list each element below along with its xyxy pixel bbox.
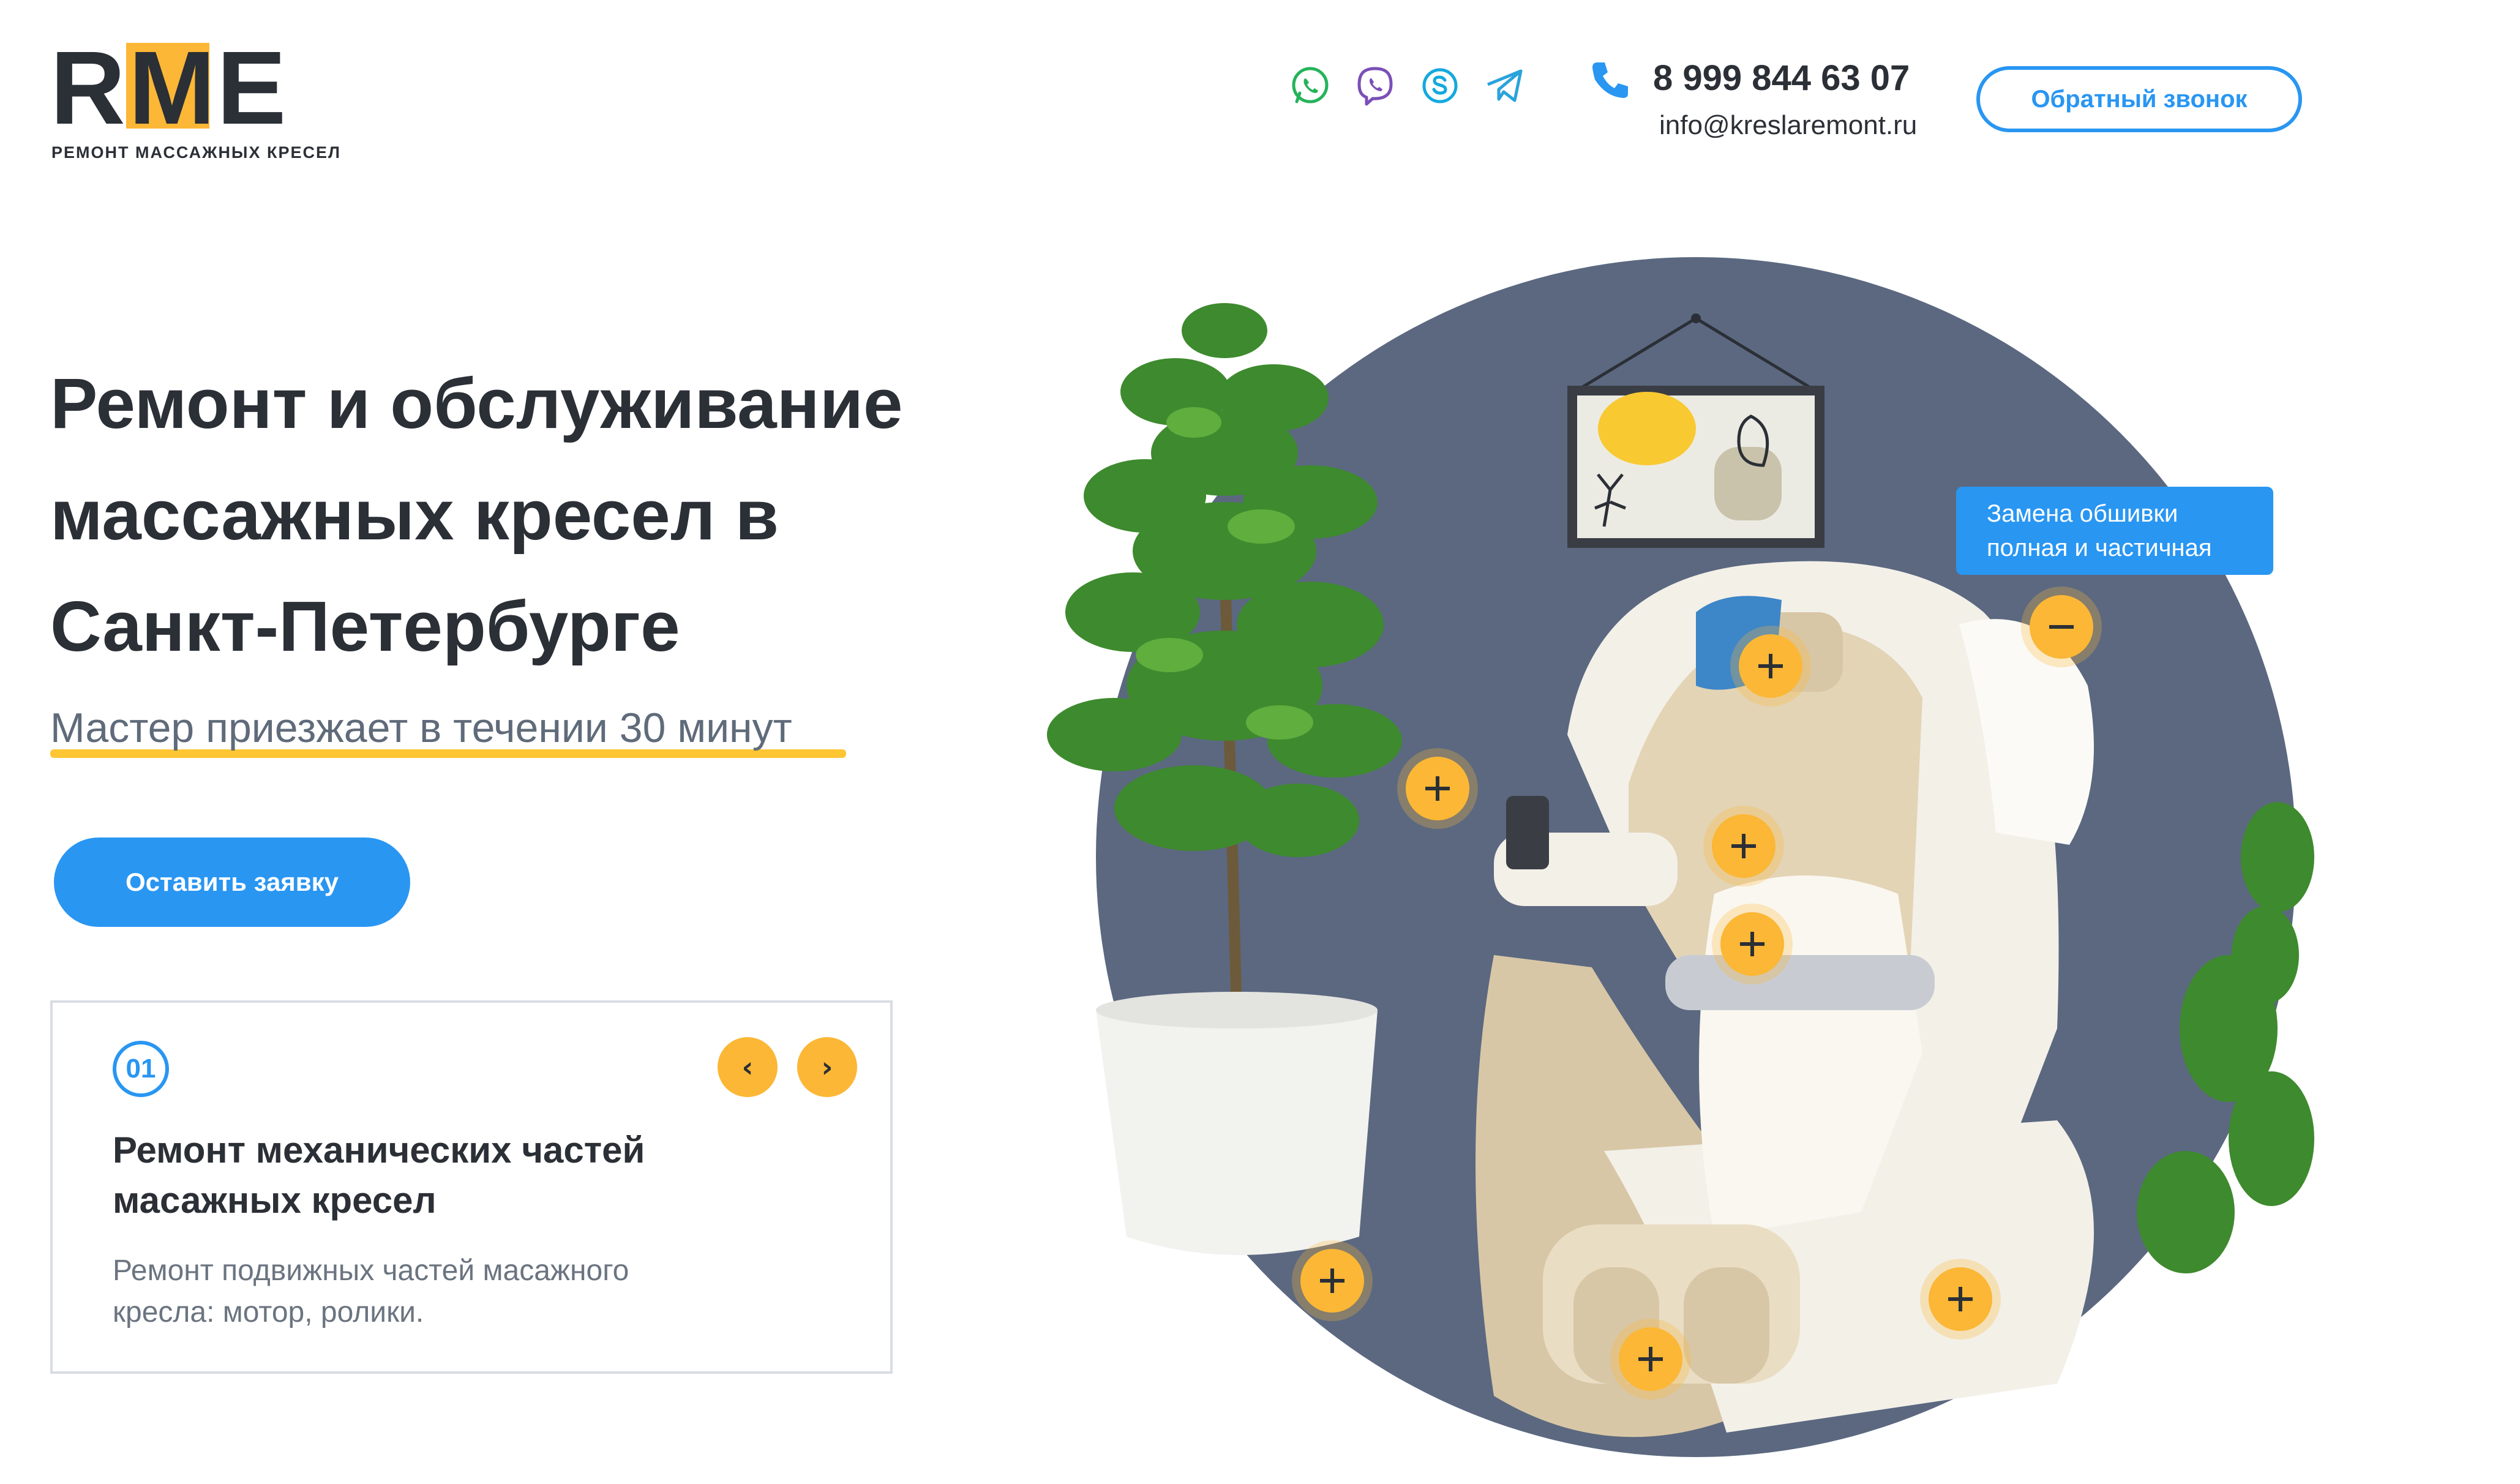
card-description: Ремонт подвижных частей масажного кресла… xyxy=(113,1250,786,1333)
hero-title: Ремонт и обслуживание массажных кресел в… xyxy=(50,348,1005,682)
plus-icon xyxy=(1425,776,1450,801)
plus-icon xyxy=(1638,1347,1663,1371)
logo-letter-r: R xyxy=(50,43,126,129)
callback-button[interactable]: Обратный звонок xyxy=(1976,66,2302,132)
card-text-line: Ремонт подвижных частей масажного xyxy=(113,1254,629,1287)
card-title-line: масажных кресел xyxy=(113,1180,437,1221)
hotspot-backrest[interactable] xyxy=(1712,814,1776,878)
plus-icon xyxy=(1731,834,1756,858)
order-request-button[interactable]: Оставить заявку xyxy=(54,838,410,927)
logo-tagline: РЕМОНТ МАССАЖНЫХ КРЕСЕЛ xyxy=(51,143,341,162)
plus-icon xyxy=(1740,932,1764,956)
minus-icon xyxy=(2049,625,2074,629)
whatsapp-icon[interactable] xyxy=(1288,64,1332,108)
hero-subtitle: Мастер приезжает в течении 30 минут xyxy=(50,705,792,751)
logo-letter-m: M xyxy=(129,43,216,129)
skype-icon[interactable] xyxy=(1418,64,1462,108)
upholstery-tooltip: Замена обшивки полная и частичная xyxy=(1956,487,2273,575)
tooltip-line: Замена обшивки xyxy=(1987,500,2178,527)
hero-title-line: Ремонт и обслуживание xyxy=(50,364,903,443)
hotspot-upholstery-active[interactable] xyxy=(2030,595,2093,659)
chevron-right-icon: › xyxy=(821,1051,833,1084)
telegram-icon[interactable] xyxy=(1483,64,1527,108)
plus-icon xyxy=(1948,1287,1973,1311)
plus-icon xyxy=(1758,654,1783,678)
hero-title-line: массажных кресел в xyxy=(50,475,779,555)
viber-icon[interactable] xyxy=(1353,64,1397,108)
hotspot-footrest[interactable] xyxy=(1300,1249,1364,1313)
service-card: 01 ‹ › Ремонт механических частей масажн… xyxy=(50,1000,893,1374)
logo-letter-e: E xyxy=(217,43,285,129)
phone-icon xyxy=(1589,59,1632,102)
hero-illustration xyxy=(992,233,2339,1482)
hotspot-tablet[interactable] xyxy=(1406,757,1469,820)
chevron-left-icon: ‹ xyxy=(741,1051,754,1084)
logo[interactable]: R M E xyxy=(50,30,286,146)
card-prev-button[interactable]: ‹ xyxy=(718,1037,778,1097)
card-number-badge: 01 xyxy=(113,1041,169,1097)
card-title-line: Ремонт механических частей xyxy=(113,1130,645,1171)
card-title: Ремонт механических частей масажных крес… xyxy=(113,1125,786,1226)
plus-icon xyxy=(1320,1269,1344,1293)
email-link[interactable]: info@kreslaremont.ru xyxy=(1659,110,1917,141)
card-text-line: кресла: мотор, ролики. xyxy=(113,1296,424,1328)
phone-number-link[interactable]: 8 999 844 63 07 xyxy=(1653,58,1910,99)
tooltip-line: полная и частичная xyxy=(1987,534,2212,561)
hotspot-side-panel[interactable] xyxy=(1929,1267,1992,1331)
card-next-button[interactable]: › xyxy=(797,1037,857,1097)
hero-title-line: Санкт-Петербурге xyxy=(50,586,680,666)
hotspot-armrest[interactable] xyxy=(1720,912,1784,976)
hotspot-base[interactable] xyxy=(1619,1327,1682,1391)
hotspot-headrest[interactable] xyxy=(1739,634,1802,698)
